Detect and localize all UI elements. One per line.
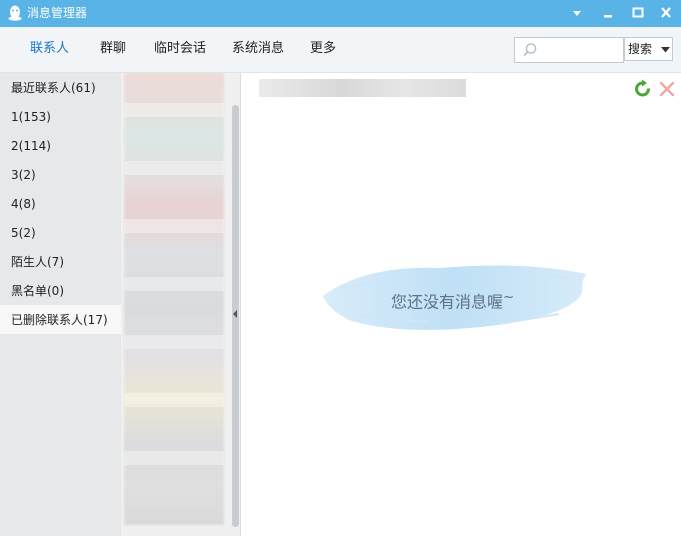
group-label: 陌生人(7) [11,255,64,269]
group-item-strangers[interactable]: 陌生人(7) [0,247,121,276]
contact-list[interactable] [121,73,241,536]
group-item-4[interactable]: 4(8) [0,189,121,218]
refresh-icon[interactable] [633,79,653,99]
title-bar[interactable]: 消息管理器 [0,0,681,27]
search-icon [523,43,537,57]
empty-state-suffix: ~ [503,290,515,305]
contact-group-list: 最近联系人(61) 1(153) 2(114) 3(2) 4(8) 5(2) 陌… [0,73,121,536]
qq-penguin-icon [8,5,22,21]
group-label: 最近联系人(61) [11,81,96,95]
group-item-3[interactable]: 3(2) [0,160,121,189]
search-button[interactable]: 搜索 [624,37,673,61]
group-label: 已删除联系人(17) [11,313,108,327]
group-label: 5(2) [11,226,36,240]
minimize-button[interactable] [592,0,624,27]
search-box[interactable] [514,37,625,63]
close-button[interactable] [650,0,681,27]
list-item[interactable] [124,161,224,175]
tab-contacts[interactable]: 联系人 [30,41,69,57]
dropdown-arrow-button[interactable] [561,0,593,27]
delete-icon[interactable] [658,80,676,98]
collapse-arrow-icon[interactable] [233,310,238,318]
group-label: 黑名单(0) [11,284,64,298]
tab-bar: 联系人 群聊 临时会话 系统消息 更多 搜索 [0,27,681,73]
group-item-recent[interactable]: 最近联系人(61) [0,73,121,102]
empty-state-text: 您还没有消息喔~ [391,288,514,312]
chevron-down-icon[interactable] [661,47,670,53]
tab-temp-chat[interactable]: 临时会话 [154,41,206,57]
group-item-5[interactable]: 5(2) [0,218,121,247]
close-icon [661,7,671,18]
window-title: 消息管理器 [27,6,88,20]
list-item[interactable] [124,451,224,465]
list-item[interactable] [124,277,224,291]
group-label: 3(2) [11,168,36,182]
group-label: 4(8) [11,197,36,211]
tab-system-messages[interactable]: 系统消息 [232,41,284,57]
group-item-blacklist[interactable]: 黑名单(0) [0,276,121,305]
list-item[interactable] [124,103,224,117]
group-label: 1(153) [11,110,51,124]
dropdown-arrow-icon [573,11,581,16]
search-button-label: 搜索 [628,42,653,56]
list-item[interactable] [124,219,224,233]
group-item-2[interactable]: 2(114) [0,131,121,160]
tab-groups[interactable]: 群聊 [100,41,126,57]
message-pane: 您还没有消息喔~ [241,73,681,536]
search-input[interactable] [541,40,625,60]
group-item-1[interactable]: 1(153) [0,102,121,131]
blurred-contact-name [259,79,466,97]
empty-state-message: 您还没有消息喔 [391,292,504,312]
minimize-icon [604,15,612,18]
tab-more[interactable]: 更多 [310,41,336,57]
message-manager-window: 消息管理器 联系人 群聊 临时会话 系统消息 更多 搜索 最近联系人(61) 1… [0,0,681,536]
group-item-deleted[interactable]: 已删除联系人(17) [0,305,121,334]
group-label: 2(114) [11,139,51,153]
maximize-icon [632,7,644,18]
list-item[interactable] [124,335,224,349]
list-item[interactable] [124,393,224,407]
